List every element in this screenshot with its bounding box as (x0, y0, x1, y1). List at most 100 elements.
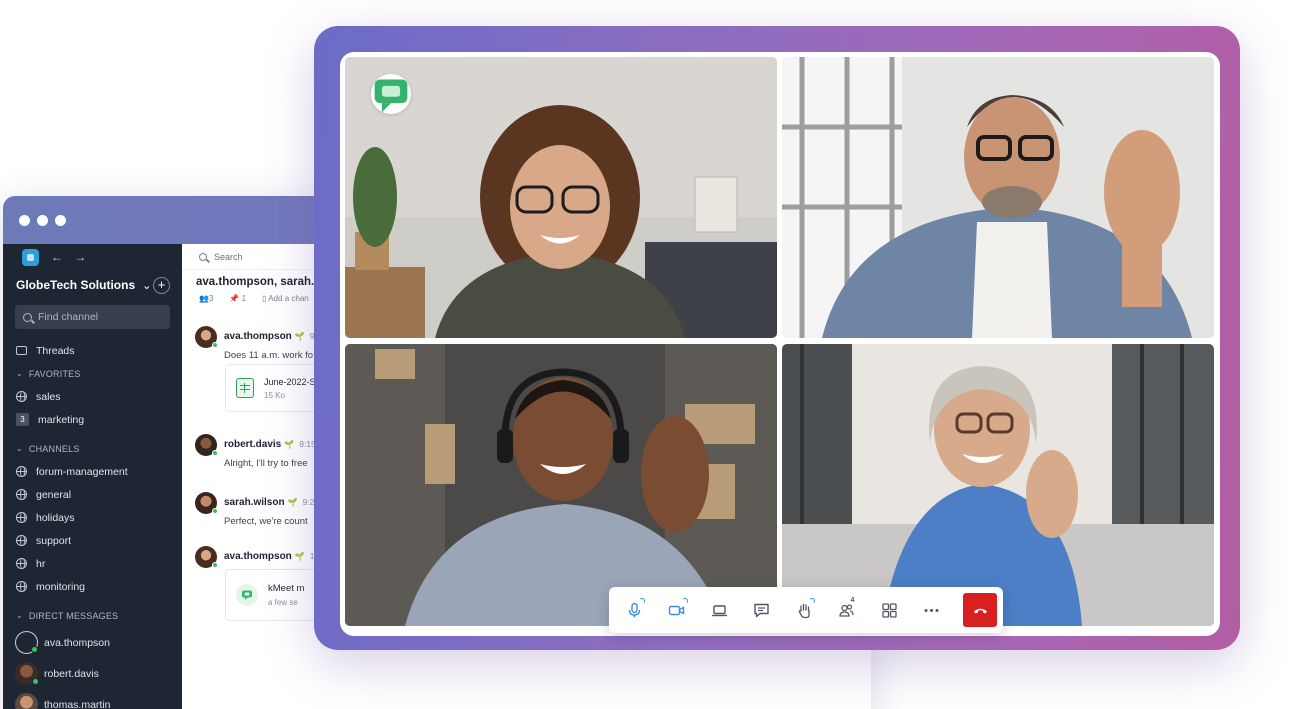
microphone-button[interactable] (613, 587, 656, 633)
sidebar-item-label: hr (36, 557, 46, 570)
history-nav-arrows[interactable]: ← → (51, 250, 90, 264)
workspace-switcher[interactable]: GlobeTech Solutions ⌄ + (3, 270, 182, 300)
message-author[interactable]: robert.davis (224, 439, 281, 450)
participant-video-3 (345, 344, 777, 626)
chat-button[interactable] (741, 587, 784, 633)
dm-item-thomas-martin[interactable]: thomas.martin (3, 689, 182, 709)
participant-video-tile[interactable] (782, 344, 1214, 626)
online-status-dot (31, 646, 38, 653)
sidebar-item-label: marketing (38, 413, 85, 426)
sidebar-item-general[interactable]: general (3, 483, 182, 506)
microphone-icon (628, 602, 640, 617)
members-count[interactable]: 👥3 (199, 294, 213, 303)
sidebar-item-label: Threads (36, 344, 75, 357)
find-channel-input[interactable]: Find channel (15, 305, 170, 329)
message-text: Alright, I'll try to free (224, 458, 308, 469)
members-icon: 👥 (199, 294, 209, 303)
sidebar-item-marketing[interactable]: 3 marketing (3, 408, 182, 431)
sidebar-item-support[interactable]: support (3, 529, 182, 552)
chevron-up-icon[interactable] (809, 598, 815, 604)
sidebar-item-forum-management[interactable]: forum-management (3, 460, 182, 483)
threads-icon (16, 346, 27, 355)
sidebar-item-threads[interactable]: Threads (3, 339, 182, 362)
plant-emoji-icon: 🌱 (294, 552, 305, 561)
add-channel-button[interactable]: + (153, 276, 170, 294)
avatar (195, 546, 218, 568)
dm-item-label: robert.davis (44, 667, 99, 680)
app-logo-icon (22, 248, 39, 266)
avatar (15, 631, 38, 654)
avatar (195, 492, 218, 514)
pinned-count[interactable]: 📌 1 (229, 294, 246, 303)
document-icon: ▯ (262, 294, 267, 303)
window-minimize-dot[interactable] (37, 214, 48, 226)
sidebar: ← → GlobeTech Solutions ⌄ + Find channel… (3, 244, 182, 709)
participant-video-tile[interactable] (345, 344, 777, 626)
message-author[interactable]: ava.thompson (224, 551, 292, 562)
add-channel-link[interactable]: ▯ Add a chan (262, 294, 309, 303)
sidebar-item-label: general (36, 488, 72, 501)
section-title: DIRECT MESSAGES (28, 610, 119, 621)
globe-icon (16, 391, 27, 402)
participant-video-tile[interactable] (345, 57, 777, 338)
chevron-up-icon[interactable] (639, 598, 645, 604)
sidebar-item-monitoring[interactable]: monitoring (3, 575, 182, 598)
avatar (195, 434, 218, 456)
grid-view-button[interactable] (868, 587, 911, 633)
sidebar-item-sales[interactable]: sales (3, 385, 182, 408)
meeting-control-bar: 4 (609, 587, 1003, 633)
grid-icon (882, 602, 897, 618)
more-options-button[interactable] (911, 587, 954, 633)
attachment-size: 15 Ko (264, 390, 285, 400)
message-item: robert.davis 🌱 9:15 Alright, I'll try to f… (195, 434, 316, 469)
participant-video-4 (782, 344, 1214, 626)
window-maximize-dot[interactable] (55, 214, 66, 226)
sidebar-item-label: monitoring (36, 580, 86, 593)
phone-hangup-icon (973, 608, 987, 613)
video-meeting-frame: 4 (314, 26, 1240, 650)
avatar (195, 326, 218, 348)
search-icon (23, 312, 32, 322)
avatar (15, 693, 38, 709)
find-channel-placeholder: Find channel (38, 311, 99, 323)
sidebar-item-label: sales (36, 390, 61, 403)
hand-icon (798, 603, 810, 618)
online-status-dot (212, 508, 218, 514)
window-close-dot[interactable] (19, 214, 30, 226)
camera-icon (669, 605, 685, 615)
raise-hand-button[interactable] (783, 587, 826, 633)
dm-item-ava-thompson[interactable]: ava.thompson (3, 627, 182, 658)
participant-video-2 (782, 57, 1214, 338)
globe-icon (16, 581, 27, 592)
kmeet-card-title: kMeet m (268, 583, 305, 594)
chat-bubble-icon (754, 603, 769, 617)
search-placeholder: Search (214, 251, 243, 262)
message-author[interactable]: ava.thompson (224, 331, 292, 342)
camera-button[interactable] (656, 587, 699, 633)
sidebar-item-hr[interactable]: hr (3, 552, 182, 575)
participants-button[interactable]: 4 (826, 587, 869, 633)
laptop-icon (711, 604, 727, 616)
sidebar-item-holidays[interactable]: holidays (3, 506, 182, 529)
message-author[interactable]: sarah.wilson (224, 497, 285, 508)
globe-icon (16, 489, 27, 500)
channels-section-header[interactable]: ⌄ CHANNELS (3, 437, 182, 460)
plant-emoji-icon: 🌱 (294, 332, 305, 341)
caret-down-icon: ⌄ (16, 369, 23, 378)
kmeet-icon (236, 584, 258, 606)
globe-icon (16, 535, 27, 546)
message-item: ava.thompson🌱11 (195, 546, 319, 568)
participants-count: 4 (850, 597, 855, 604)
favorites-section-header[interactable]: ⌄ FAVORITES (3, 362, 182, 385)
caret-down-icon: ⌄ (16, 444, 23, 453)
chevron-down-icon[interactable]: ⌄ (142, 279, 151, 292)
message-item: ava.thompson 🌱 9 Does 11 a.m. work fo (195, 326, 315, 361)
dm-item-robert-davis[interactable]: robert.davis (3, 658, 182, 689)
message-text: Perfect, we're count (224, 516, 308, 527)
screen-share-button[interactable] (698, 587, 741, 633)
chevron-up-icon[interactable] (681, 598, 688, 604)
participant-video-tile[interactable] (782, 57, 1214, 338)
hang-up-button[interactable] (963, 593, 997, 627)
participants-icon (839, 603, 854, 617)
direct-messages-section-header[interactable]: ⌄ DIRECT MESSAGES (3, 604, 182, 627)
